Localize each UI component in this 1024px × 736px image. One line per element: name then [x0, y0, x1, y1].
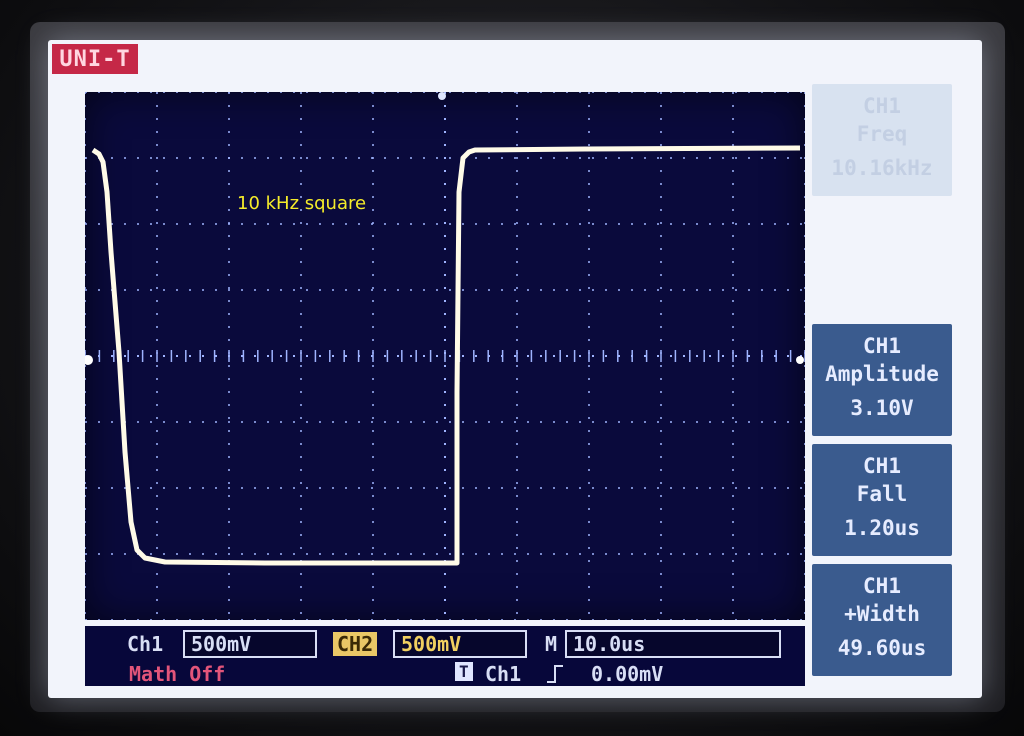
measure-channel: CH1 [863, 334, 901, 358]
measure-name: +Width [844, 602, 920, 626]
ch2-label: CH2 [333, 632, 378, 656]
measure-channel: CH1 [863, 574, 901, 598]
measure-value: 49.60us [837, 636, 927, 660]
trigger-icon: T [455, 662, 473, 681]
measure-value: 1.20us [844, 516, 920, 540]
trigger-source: Ch1 [485, 662, 522, 686]
timebase-value[interactable]: 10.0us [565, 630, 781, 658]
timebase-label: M [545, 632, 558, 656]
trigger-level: 0.00mV [591, 662, 664, 686]
ch1-trace [91, 145, 801, 566]
ch2-scale[interactable]: 500mV [393, 630, 527, 658]
measurement-amplitude[interactable]: CH1 Amplitude 3.10V [812, 324, 952, 436]
measure-name: Freq [856, 122, 908, 146]
measure-name: Fall [856, 482, 908, 506]
graticule-grid [84, 91, 806, 621]
waveform-annotation: 10 kHz square [237, 193, 367, 214]
ch1-label: Ch1 [127, 632, 164, 656]
measurement-fall[interactable]: CH1 Fall 1.20us [812, 444, 952, 556]
measurement-panel: CH1 Freq 10.16kHz CH1 Amplitude 3.10V CH… [808, 84, 958, 684]
status-bar: Ch1 500mV CH2 500mV M 10.0us Math Off T … [85, 626, 805, 686]
waveform-area [83, 91, 806, 621]
measurement-pos-width[interactable]: CH1 +Width 49.60us [812, 564, 952, 676]
trigger-position-marker [438, 92, 446, 100]
measure-channel: CH1 [863, 94, 901, 118]
measure-value: 3.10V [850, 396, 914, 420]
measurement-freq[interactable]: CH1 Freq 10.16kHz [812, 84, 952, 196]
measure-name: Amplitude [825, 362, 939, 386]
rising-edge-icon [547, 665, 563, 683]
brand-logo: UNI-T [52, 44, 138, 74]
ch1-scale[interactable]: 500mV [183, 630, 317, 658]
waveform-svg [83, 91, 806, 621]
measure-channel: CH1 [863, 454, 901, 478]
trigger-level-marker [796, 356, 804, 364]
measure-value: 10.16kHz [831, 156, 933, 180]
math-status: Math Off [129, 662, 226, 686]
ch1-ground-marker [83, 355, 93, 365]
